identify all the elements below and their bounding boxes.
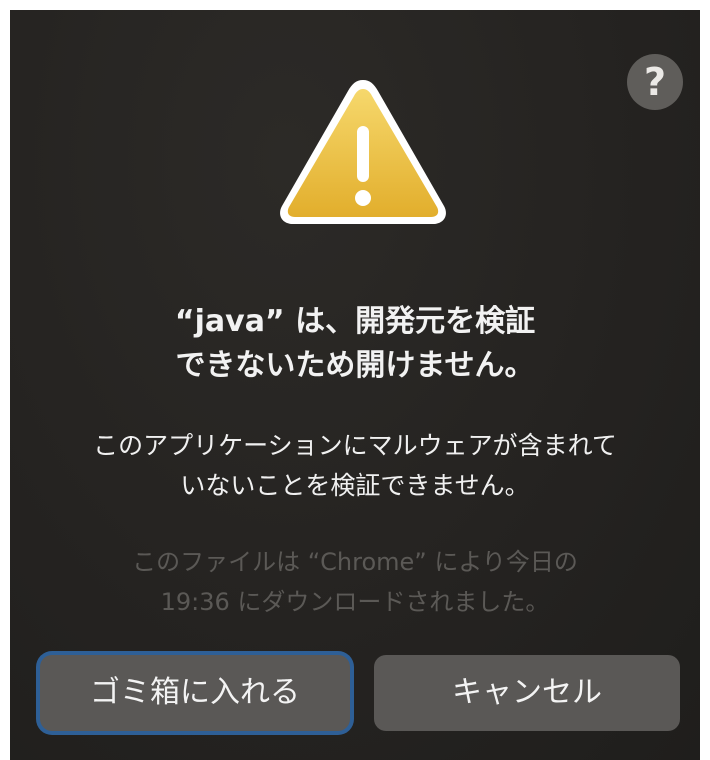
move-to-trash-button[interactable]: ゴミ箱に入れる [40, 655, 350, 731]
download-info-line-1: このファイルは “Chrome” により今日の [132, 548, 578, 576]
dialog-title-line-2: できないため開けません。 [175, 348, 535, 383]
cancel-button[interactable]: キャンセル [374, 655, 680, 731]
dialog-message-line-2: いないことを検証できません。 [180, 471, 530, 500]
cancel-label: キャンセル [452, 675, 602, 710]
dialog-message-line-1: このアプリケーションにマルウェアが含まれて [93, 431, 617, 460]
download-info: このファイルは “Chrome” により今日の 19:36 にダウンロードされま… [10, 542, 700, 622]
dialog-message: このアプリケーションにマルウェアが含まれて いないことを検証できません。 [10, 426, 700, 506]
warning-triangle-icon [280, 80, 446, 224]
dialog-title: “java” は、開発元を検証 できないため開けません。 [10, 300, 700, 388]
move-to-trash-label: ゴミ箱に入れる [90, 675, 300, 710]
alert-dialog: ? “java” は、開発元を検証 できないため開けません。 このアプリケーショ… [10, 10, 700, 760]
help-icon: ? [643, 60, 667, 104]
help-button[interactable]: ? [627, 54, 683, 110]
dialog-title-line-1: “java” は、開発元を検証 [174, 304, 536, 339]
download-info-line-2: 19:36 にダウンロードされました。 [160, 588, 550, 616]
